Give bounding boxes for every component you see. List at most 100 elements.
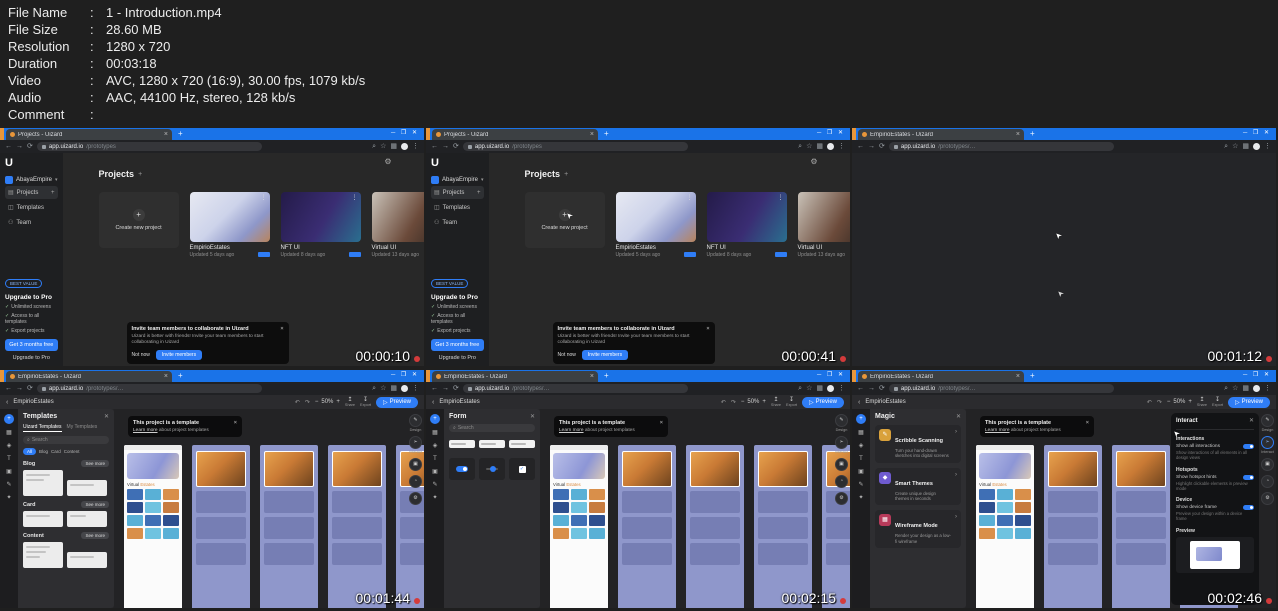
not-now-button[interactable]: Not now bbox=[558, 352, 576, 358]
zoom-in-button[interactable]: + bbox=[336, 399, 340, 405]
bookmark-icon[interactable]: ☆ bbox=[1232, 143, 1238, 151]
zoom-in-button[interactable]: + bbox=[1188, 399, 1192, 405]
close-icon[interactable]: × bbox=[660, 420, 663, 426]
extensions-icon[interactable]: ▦ bbox=[816, 385, 823, 393]
create-project-card[interactable]: + Create new project bbox=[98, 192, 179, 258]
pages-rail-button[interactable]: ▣ bbox=[1261, 458, 1274, 471]
undo-icon[interactable]: ↶ bbox=[721, 399, 726, 406]
button-preview[interactable] bbox=[509, 440, 535, 448]
browser-tab[interactable]: EmpirioEstates - Uizard × bbox=[432, 371, 598, 382]
share-button[interactable]: ↥ Share bbox=[345, 397, 355, 408]
reload-icon[interactable]: ⟳ bbox=[27, 143, 33, 151]
upgrade-link[interactable]: Upgrade to Pro bbox=[5, 355, 58, 361]
shapes-tool-icon[interactable]: ◈ bbox=[433, 443, 438, 450]
image-tool-icon[interactable]: ▣ bbox=[858, 469, 864, 476]
search-icon[interactable]: ⌕ bbox=[372, 385, 376, 393]
window-controls[interactable]: ─ ❐ ✕ bbox=[817, 129, 845, 136]
add-screen-button[interactable]: + bbox=[4, 414, 14, 424]
sidebar-item-projects[interactable]: ▤ Projects + bbox=[5, 186, 58, 199]
kebab-menu-icon[interactable]: ⋮ bbox=[352, 194, 358, 201]
shapes-tool-icon[interactable]: ◈ bbox=[859, 443, 864, 450]
add-project-icon[interactable]: + bbox=[564, 171, 568, 178]
back-icon[interactable]: ← bbox=[857, 385, 864, 393]
window-controls[interactable]: ─ ❐ ✕ bbox=[1243, 371, 1271, 378]
text-tool-icon[interactable]: T bbox=[7, 456, 11, 463]
magic-tool-icon[interactable]: ✦ bbox=[6, 495, 11, 502]
close-icon[interactable]: ✕ bbox=[956, 413, 961, 420]
browser-tab[interactable]: Projects - Uizard × bbox=[6, 129, 172, 140]
close-icon[interactable]: ✕ bbox=[104, 413, 109, 420]
tab-uizard-templates[interactable]: Uizard Templates bbox=[23, 424, 62, 432]
reload-icon[interactable]: ⟳ bbox=[27, 385, 33, 393]
close-icon[interactable]: × bbox=[234, 420, 237, 426]
back-icon[interactable]: ← bbox=[5, 385, 12, 393]
interact-rail-button[interactable]: ➢ Interact bbox=[1261, 436, 1274, 454]
close-icon[interactable]: ✕ bbox=[530, 413, 535, 420]
search-icon[interactable]: ⌕ bbox=[372, 143, 376, 151]
back-icon[interactable]: ‹ bbox=[432, 399, 434, 406]
window-controls[interactable]: ─ ❐ ✕ bbox=[817, 371, 845, 378]
add-project-icon[interactable]: + bbox=[477, 190, 481, 196]
pages-rail-button[interactable]: ▣ bbox=[409, 458, 422, 471]
profile-avatar[interactable] bbox=[1253, 385, 1260, 392]
profile-avatar[interactable] bbox=[827, 143, 834, 150]
project-title[interactable]: EmpirioEstates bbox=[13, 399, 53, 405]
app-screen[interactable] bbox=[1044, 445, 1102, 608]
profile-avatar[interactable] bbox=[401, 385, 408, 392]
app-screen[interactable] bbox=[686, 445, 744, 608]
export-button[interactable]: ↧ Export bbox=[360, 397, 371, 408]
learn-more-link[interactable]: Learn more bbox=[559, 428, 584, 433]
templates-tool-icon[interactable]: ▦ bbox=[432, 430, 438, 437]
interact-rail-button[interactable]: ➢ Interact bbox=[835, 436, 848, 454]
chip-all[interactable]: All bbox=[23, 448, 37, 455]
browser-menu-icon[interactable]: ⋮ bbox=[412, 385, 419, 393]
gear-icon[interactable]: ⚙ bbox=[810, 157, 817, 166]
zoom-out-button[interactable]: − bbox=[315, 399, 319, 405]
browser-tab[interactable]: EmpirioEstates - Uizard × bbox=[6, 371, 172, 382]
chip-content[interactable]: Content bbox=[64, 449, 80, 454]
preview-button[interactable]: ▷ Preview bbox=[1228, 396, 1270, 408]
search-icon[interactable]: ⌕ bbox=[798, 143, 802, 151]
reload-icon[interactable]: ⟳ bbox=[453, 143, 459, 151]
create-project-card[interactable]: + Create new project bbox=[524, 192, 605, 258]
kebab-menu-icon[interactable]: ⋮ bbox=[261, 194, 267, 201]
undo-icon[interactable]: ↶ bbox=[295, 399, 300, 406]
app-screen[interactable] bbox=[1112, 445, 1170, 608]
add-screen-button[interactable]: + bbox=[856, 414, 866, 424]
toggle-switch[interactable] bbox=[1243, 505, 1254, 510]
template-preview[interactable] bbox=[67, 480, 107, 496]
share-button[interactable]: ↥ Share bbox=[771, 397, 781, 408]
url-field[interactable]: app.uizard.io/prototypes/… bbox=[888, 142, 1115, 151]
close-icon[interactable]: × bbox=[706, 326, 709, 332]
window-controls[interactable]: ─ ❐ ✕ bbox=[1243, 129, 1271, 136]
editor-canvas[interactable]: This project is a template × Learn more a… bbox=[114, 409, 424, 608]
image-tool-icon[interactable]: ▣ bbox=[6, 469, 12, 476]
add-project-icon[interactable]: + bbox=[51, 190, 55, 196]
tab-close-icon[interactable]: × bbox=[164, 131, 168, 138]
gear-icon[interactable]: ⚙ bbox=[384, 157, 391, 166]
window-controls[interactable]: ─ ❐ ✕ bbox=[391, 371, 419, 378]
browser-menu-icon[interactable]: ⋮ bbox=[838, 143, 845, 151]
url-field[interactable]: app.uizard.io/prototypes/… bbox=[888, 384, 1115, 393]
bookmark-icon[interactable]: ☆ bbox=[1232, 385, 1238, 393]
browser-menu-icon[interactable]: ⋮ bbox=[1264, 143, 1271, 151]
video-frame-4[interactable]: EmpirioEstates - Uizard × + ─ ❐ ✕ ← → ⟳ app… bbox=[0, 370, 424, 608]
project-card[interactable]: ⋮ EmpirioEstates Updated 5 days ago bbox=[615, 192, 696, 258]
upgrade-link[interactable]: Upgrade to Pro bbox=[431, 355, 484, 361]
pages-rail-button[interactable]: ▣ bbox=[835, 458, 848, 471]
template-preview[interactable] bbox=[23, 470, 63, 496]
browser-tab[interactable]: Projects - Uizard × bbox=[432, 129, 598, 140]
history-rail-button[interactable]: ◔ bbox=[1261, 475, 1274, 488]
profile-avatar[interactable] bbox=[1253, 143, 1260, 150]
shapes-tool-icon[interactable]: ◈ bbox=[7, 443, 12, 450]
workspace-switcher[interactable]: AbayaEmpire ▾ bbox=[5, 176, 58, 184]
app-screen[interactable] bbox=[260, 445, 318, 608]
back-icon[interactable]: ‹ bbox=[6, 399, 8, 406]
reload-icon[interactable]: ⟳ bbox=[879, 385, 885, 393]
video-frame-3[interactable]: EmpirioEstates - Uizard × + ─ ❐ ✕ ← → ⟳ app… bbox=[852, 128, 1276, 366]
bookmark-icon[interactable]: ☆ bbox=[380, 143, 386, 151]
workspace-switcher[interactable]: AbayaEmpire ▾ bbox=[431, 176, 484, 184]
new-tab-button[interactable]: + bbox=[178, 371, 183, 381]
templates-tool-icon[interactable]: ▦ bbox=[858, 430, 864, 437]
draw-tool-icon[interactable]: ✎ bbox=[432, 482, 437, 489]
